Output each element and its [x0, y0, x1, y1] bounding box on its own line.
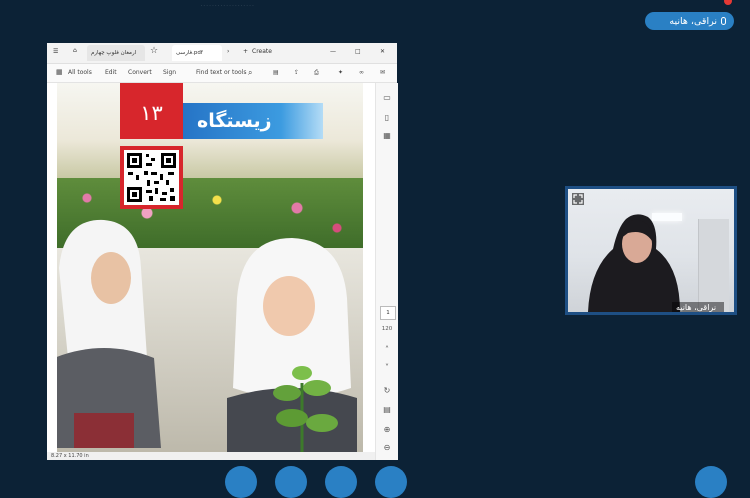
- pdf-toolbar: ▦ All tools Edit Convert Sign Find text …: [47, 64, 397, 83]
- page-up-icon[interactable]: ˄: [381, 345, 393, 354]
- close-button[interactable]: ✕: [380, 48, 385, 55]
- pdf-page: ۱۳ زیستگاه: [57, 83, 363, 452]
- print-icon[interactable]: ⎙: [314, 69, 319, 77]
- participant-video-tile[interactable]: نراقی، هانیه: [565, 186, 737, 315]
- page-size-status: 8.27 x 11.70 in: [47, 452, 375, 460]
- control-button-1[interactable]: [225, 466, 257, 498]
- tab-active-label: فارسی.pdf: [176, 50, 203, 56]
- control-button-3[interactable]: [325, 466, 357, 498]
- document-icon[interactable]: ▤: [381, 405, 393, 414]
- control-button-4[interactable]: [375, 466, 407, 498]
- tab-active[interactable]: فارسی.pdf: [172, 45, 222, 61]
- page-number-input[interactable]: 1: [380, 306, 396, 320]
- top-status-text: ...................: [200, 0, 255, 6]
- recording-indicator: [724, 0, 732, 5]
- search-icon[interactable]: ⌕: [248, 68, 252, 78]
- thumbnails-icon[interactable]: ▦: [381, 131, 393, 140]
- link-icon[interactable]: ∞: [359, 69, 364, 76]
- fullscreen-icon[interactable]: [572, 193, 584, 205]
- student-left-illustration: [57, 219, 161, 448]
- qr-code: [120, 146, 183, 209]
- minimize-button[interactable]: —: [330, 48, 336, 55]
- ai-assistant-icon[interactable]: ✦: [338, 69, 343, 76]
- lesson-number: ۱۳: [120, 83, 183, 139]
- control-button-right[interactable]: [695, 466, 727, 498]
- new-tab-icon[interactable]: +: [243, 48, 248, 55]
- upload-icon[interactable]: ⇪: [294, 69, 299, 76]
- presenter-name: نراقی، هانیه: [669, 15, 717, 27]
- zoom-out-icon[interactable]: ⊖: [381, 443, 393, 452]
- webcam-feed: نراقی، هانیه: [568, 189, 734, 312]
- edit-button[interactable]: Edit: [105, 69, 117, 76]
- menu-icon[interactable]: ☰: [53, 48, 58, 55]
- lesson-title: زیستگاه: [183, 103, 323, 139]
- mail-icon[interactable]: ✉: [380, 69, 385, 76]
- page-down-icon[interactable]: ˅: [381, 363, 393, 372]
- participant-name-label: نراقی، هانیه: [672, 302, 725, 312]
- page-total: 120: [381, 326, 393, 332]
- plant-illustration: [273, 366, 338, 452]
- pdf-titlebar: ☰ ⌂ ارمغان فلوپ چهارم ☆ فارسی.pdf › + Cr…: [47, 43, 397, 64]
- participant-person: [588, 214, 680, 312]
- convert-button[interactable]: Convert: [128, 69, 152, 76]
- tab-left[interactable]: ارمغان فلوپ چهارم: [87, 45, 145, 61]
- zoom-in-icon[interactable]: ⊕: [381, 425, 393, 434]
- star-icon[interactable]: ☆: [150, 46, 158, 56]
- all-tools-button[interactable]: All tools: [68, 69, 92, 76]
- control-button-2[interactable]: [275, 466, 307, 498]
- tab-close-icon[interactable]: ›: [227, 48, 229, 55]
- bookmark-icon[interactable]: ▯: [381, 113, 393, 122]
- shared-screen-window: ☰ ⌂ ارمغان فلوپ چهارم ☆ فارسی.pdf › + Cr…: [47, 43, 398, 460]
- create-label[interactable]: Create: [252, 48, 272, 55]
- save-icon[interactable]: ▤: [273, 69, 279, 76]
- refresh-icon[interactable]: ↻: [381, 386, 393, 395]
- comment-icon[interactable]: ▭: [381, 93, 393, 102]
- maximize-button[interactable]: □: [355, 48, 361, 55]
- find-input[interactable]: Find text or tools: [196, 69, 246, 76]
- sign-button[interactable]: Sign: [163, 69, 176, 76]
- presenter-name-pill[interactable]: نراقی، هانیه: [645, 12, 734, 30]
- right-tool-rail: ▭ ▯ ▦ 1 120 ˄ ˅ ↻ ▤ ⊕ ⊖: [375, 83, 398, 460]
- apps-grid-icon[interactable]: ▦: [56, 68, 63, 76]
- home-icon[interactable]: ⌂: [73, 47, 77, 54]
- microphone-icon: [721, 17, 726, 25]
